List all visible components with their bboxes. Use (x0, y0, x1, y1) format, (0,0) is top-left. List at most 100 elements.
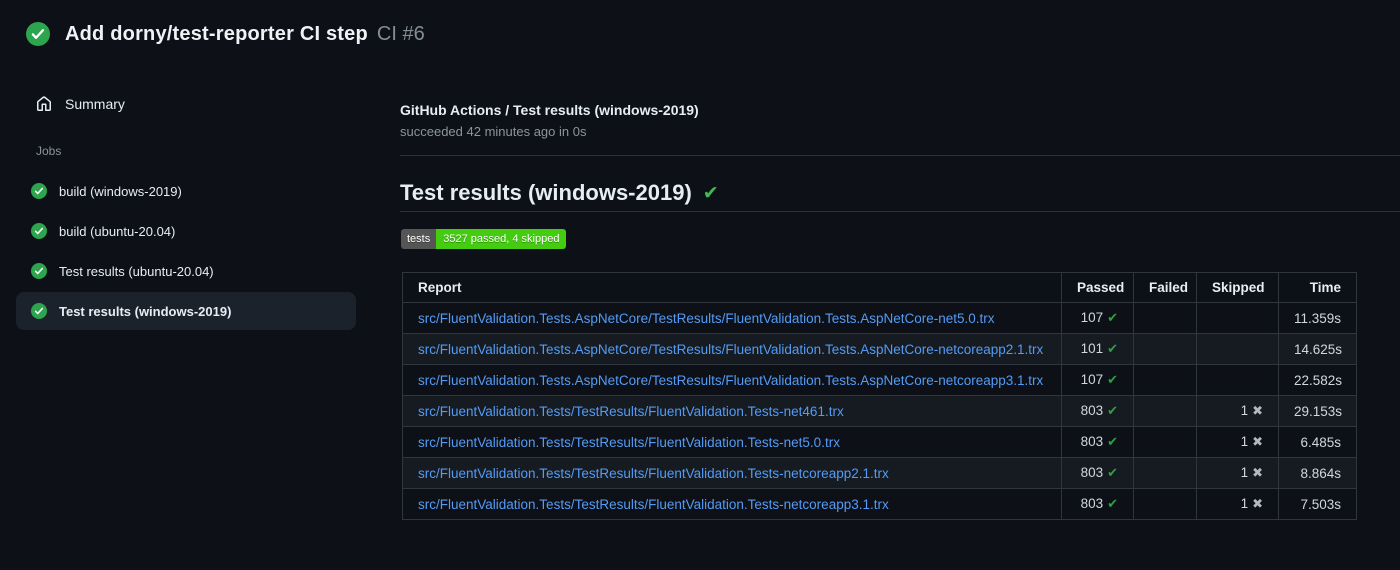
passed-value: 107 (1080, 310, 1104, 325)
table-row: src/FluentValidation.Tests/TestResults/F… (402, 457, 1357, 489)
table-row: src/FluentValidation.Tests/TestResults/F… (402, 488, 1357, 520)
report-link[interactable]: src/FluentValidation.Tests.AspNetCore/Te… (418, 311, 995, 326)
sidebar-item-summary[interactable]: Summary (16, 88, 356, 120)
skipped-cell: 1 ✖ (1196, 426, 1279, 458)
report-cell: src/FluentValidation.Tests.AspNetCore/Te… (402, 364, 1062, 396)
report-cell: src/FluentValidation.Tests/TestResults/F… (402, 426, 1062, 458)
check-icon: ✔ (1107, 341, 1118, 356)
jobs-list: build (windows-2019) build (ubuntu-20.04… (16, 172, 356, 330)
check-icon: ✔ (1107, 372, 1118, 387)
time-cell: 29.153s (1278, 395, 1357, 427)
header-divider (400, 155, 1400, 156)
time-cell: 14.625s (1278, 333, 1357, 365)
skipped-cell (1196, 302, 1279, 334)
skipped-value: 1 (1240, 403, 1249, 418)
time-value: 8.864s (1300, 465, 1341, 481)
check-icon: ✔ (1107, 434, 1118, 449)
run-header: Add dorny/test-reporter CI step CI #6 (26, 22, 425, 46)
sidebar-item-job[interactable]: build (ubuntu-20.04) (16, 212, 356, 250)
table-header-skipped: Skipped (1196, 272, 1279, 303)
failed-cell (1133, 302, 1197, 334)
job-success-icon (31, 263, 47, 279)
time-value: 14.625s (1294, 341, 1343, 357)
table-header-passed: Passed (1061, 272, 1134, 303)
main-panel: GitHub Actions / Test results (windows-2… (400, 0, 1400, 570)
time-value: 11.359s (1294, 310, 1342, 326)
job-item-label: build (ubuntu-20.04) (59, 223, 176, 239)
report-link[interactable]: src/FluentValidation.Tests.AspNetCore/Te… (418, 342, 1043, 357)
skipped-cell: 1 ✖ (1196, 395, 1279, 427)
table-header-row: Report Passed Failed Skipped Time (402, 272, 1357, 303)
passed-value: 803 (1080, 403, 1104, 418)
run-title: Add dorny/test-reporter CI step (65, 22, 368, 45)
check-run-page: Add dorny/test-reporter CI step CI #6 Su… (0, 0, 1400, 570)
skipped-cell (1196, 364, 1279, 396)
skipped-x-icon: ✖ (1252, 496, 1263, 511)
passed-value: 101 (1080, 341, 1104, 356)
results-table: Report Passed Failed Skipped Time src/Fl… (402, 272, 1357, 520)
table-header-report: Report (402, 272, 1062, 303)
time-value: 22.582s (1294, 372, 1343, 388)
time-value: 6.485s (1300, 434, 1341, 450)
report-cell: src/FluentValidation.Tests/TestResults/F… (402, 457, 1062, 489)
sidebar-item-job[interactable]: Test results (windows-2019) (16, 292, 356, 330)
job-success-icon (31, 183, 47, 199)
sidebar-item-job[interactable]: build (windows-2019) (16, 172, 356, 210)
failed-cell (1133, 426, 1197, 458)
failed-cell (1133, 457, 1197, 489)
skipped-cell (1196, 333, 1279, 365)
sidebar: Summary Jobs build (windows-2019) build … (16, 88, 356, 332)
report-link[interactable]: src/FluentValidation.Tests/TestResults/F… (418, 466, 889, 481)
time-cell: 7.503s (1278, 488, 1357, 520)
skipped-value: 1 (1240, 434, 1249, 449)
passed-cell: 803 ✔ (1061, 488, 1134, 520)
heading-check-icon: ✔ (702, 182, 719, 204)
job-header-status: succeeded 42 minutes ago in 0s (400, 124, 587, 139)
report-cell: src/FluentValidation.Tests/TestResults/F… (402, 488, 1062, 520)
table-row: src/FluentValidation.Tests.AspNetCore/Te… (402, 333, 1357, 365)
check-icon: ✔ (1107, 465, 1118, 480)
failed-cell (1133, 395, 1197, 427)
skipped-x-icon: ✖ (1252, 434, 1263, 449)
passed-cell: 107 ✔ (1061, 302, 1134, 334)
time-cell: 6.485s (1278, 426, 1357, 458)
job-success-icon (31, 223, 47, 239)
report-heading: Test results (windows-2019) ✔ (400, 180, 719, 206)
passed-cell: 107 ✔ (1061, 364, 1134, 396)
skipped-value: 1 (1240, 496, 1249, 511)
failed-cell (1133, 333, 1197, 365)
skipped-cell: 1 ✖ (1196, 457, 1279, 489)
job-header-title: GitHub Actions / Test results (windows-2… (400, 102, 699, 118)
summary-label: Summary (65, 96, 125, 112)
report-link[interactable]: src/FluentValidation.Tests.AspNetCore/Te… (418, 373, 1043, 388)
report-cell: src/FluentValidation.Tests.AspNetCore/Te… (402, 333, 1062, 365)
home-icon (37, 96, 51, 111)
tests-badge: tests 3527 passed, 4 skipped (401, 229, 567, 249)
check-icon: ✔ (1107, 310, 1118, 325)
passed-value: 107 (1080, 372, 1104, 387)
report-link[interactable]: src/FluentValidation.Tests/TestResults/F… (418, 435, 840, 450)
table-row: src/FluentValidation.Tests/TestResults/F… (402, 395, 1357, 427)
skipped-value: 1 (1240, 465, 1249, 480)
table-row: src/FluentValidation.Tests/TestResults/F… (402, 426, 1357, 458)
sidebar-item-job[interactable]: Test results (ubuntu-20.04) (16, 252, 356, 290)
job-success-icon (31, 303, 47, 319)
table-row: src/FluentValidation.Tests.AspNetCore/Te… (402, 302, 1357, 334)
passed-cell: 101 ✔ (1061, 333, 1134, 365)
table-header-failed: Failed (1133, 272, 1197, 303)
failed-cell (1133, 364, 1197, 396)
badge-label: tests (401, 229, 437, 249)
passed-value: 803 (1080, 496, 1104, 511)
time-value: 7.503s (1300, 496, 1341, 512)
skipped-cell: 1 ✖ (1196, 488, 1279, 520)
report-cell: src/FluentValidation.Tests/TestResults/F… (402, 395, 1062, 427)
jobs-section-label: Jobs (36, 144, 62, 158)
badge-value: 3527 passed, 4 skipped (436, 229, 567, 249)
passed-value: 803 (1080, 434, 1104, 449)
report-link[interactable]: src/FluentValidation.Tests/TestResults/F… (418, 404, 844, 419)
heading-divider (400, 211, 1400, 212)
job-item-label: Test results (ubuntu-20.04) (59, 263, 214, 279)
skipped-x-icon: ✖ (1252, 465, 1263, 480)
check-circle-icon (26, 22, 50, 46)
report-link[interactable]: src/FluentValidation.Tests/TestResults/F… (418, 497, 889, 512)
